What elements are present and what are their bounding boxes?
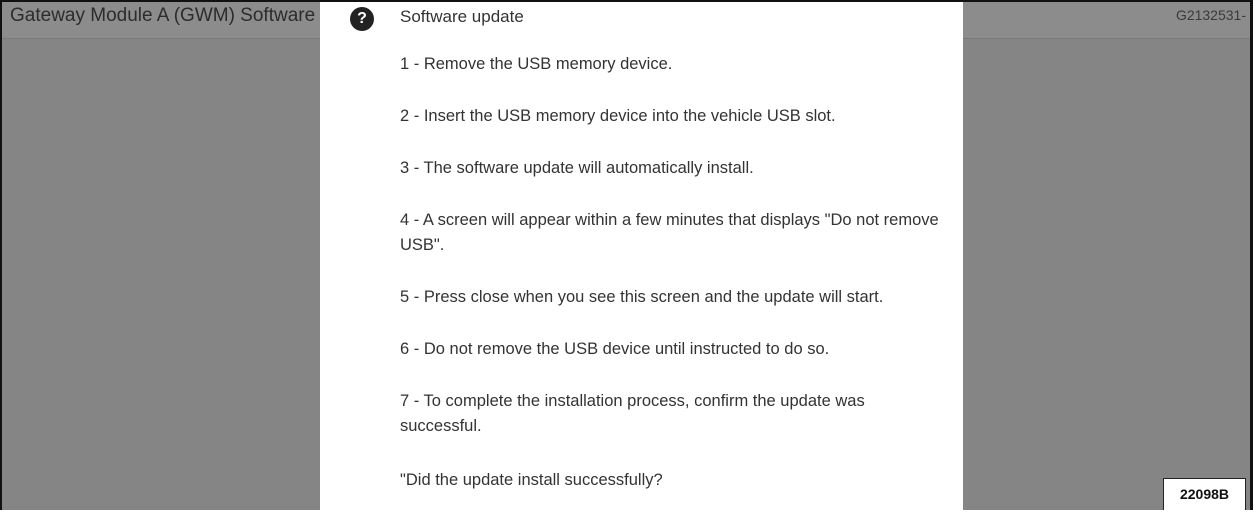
screen-frame: Gateway Module A (GWM) Software G2132531… [0, 0, 1253, 512]
background-window-title: Gateway Module A (GWM) Software [10, 5, 316, 26]
instruction-list: 1 - Remove the USB memory device. 2 - In… [400, 52, 950, 466]
instruction-step: 7 - To complete the installation process… [400, 392, 865, 435]
instruction-step: 3 - The software update will automatical… [400, 159, 754, 177]
background-code: G2132531- [1175, 7, 1246, 23]
confirmation-question: "Did the update install successfully? [400, 471, 663, 489]
instruction-step: 5 - Press close when you see this screen… [400, 288, 884, 306]
question-mark-icon: ? [350, 7, 374, 31]
instruction-step: 4 - A screen will appear within a few mi… [400, 211, 939, 254]
instruction-step: 1 - Remove the USB memory device. [400, 55, 673, 73]
software-update-dialog: ? Software update 1 - Remove the USB mem… [320, 2, 963, 512]
dialog-title: Software update [400, 7, 524, 26]
instruction-step: 6 - Do not remove the USB device until i… [400, 340, 830, 358]
figure-id-label: 22098B [1163, 478, 1246, 510]
instruction-step: 2 - Insert the USB memory device into th… [400, 107, 836, 125]
